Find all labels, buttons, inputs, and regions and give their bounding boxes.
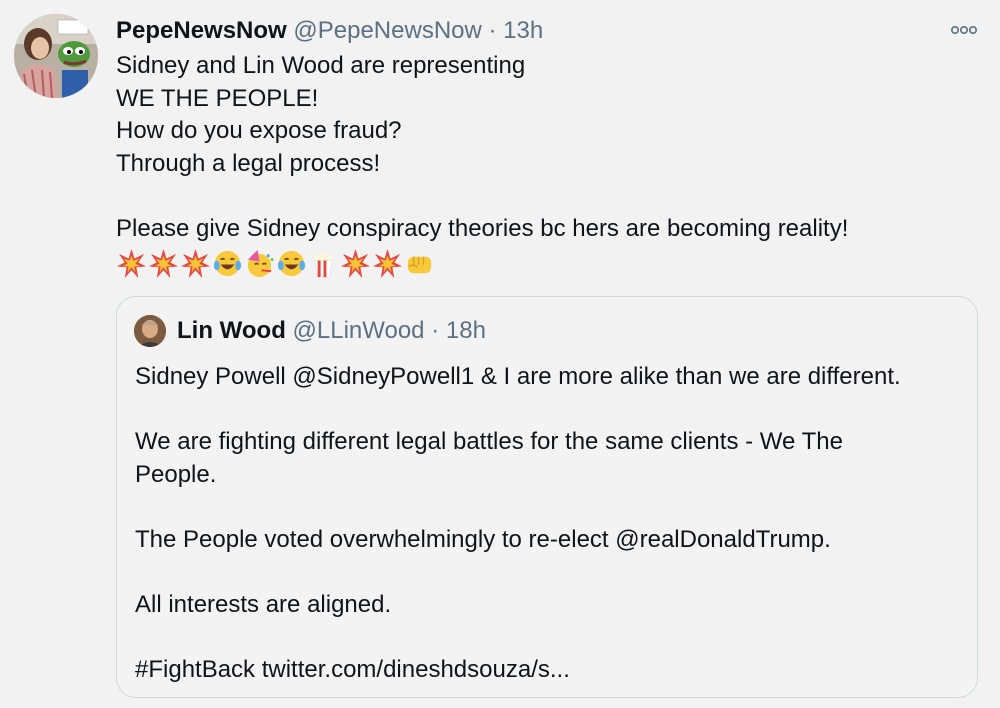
collision-icon [116,248,147,278]
tweet-line: WE THE PEOPLE! [116,84,319,112]
collision-icon [372,248,403,278]
quoted-avatar[interactable] [134,315,166,347]
display-name[interactable]: PepeNewsNow [116,17,287,44]
more-options-icon[interactable] [944,18,984,42]
quoted-display-name[interactable]: Lin Wood [177,317,286,344]
popcorn-icon [314,252,334,277]
collision-icon [340,248,371,278]
separator-dot: · [488,17,504,44]
collision-icon [148,248,179,278]
tears-of-joy-icon [213,250,242,276]
timestamp[interactable]: 13h [503,17,543,44]
tweet-line: How do you expose fraud? [116,117,402,144]
separator-dot: · [431,317,446,344]
oncoming-fist-icon [407,256,432,273]
quoted-text: Sidney Powell @SidneyPowell1 & I are mor… [135,361,935,686]
tweet[interactable]: PepeNewsNow @PepeNewsNow · 13h Sidney an… [0,0,1000,708]
party-face-icon [247,249,274,277]
avatar[interactable] [14,14,98,98]
tweet-text: Sidney and Lin Wood are representing WE … [116,50,956,245]
tears-of-joy-icon [277,250,306,276]
quoted-header: Lin Wood @LLinWood · 18h [177,315,486,347]
emoji-row [116,246,435,280]
quoted-timestamp[interactable]: 18h [446,317,486,344]
quoted-paragraph: We are fighting different legal battles … [135,428,843,455]
quoted-avatar-image [134,315,166,347]
tweet-line: Sidney and Lin Wood are representing [116,52,526,79]
quoted-paragraph: Sidney Powell @SidneyPowell1 & I are mor… [135,363,901,390]
quoted-handle[interactable]: @LLinWood [293,317,425,344]
collision-icon [180,248,211,278]
tweet-line: Please give Sidney conspiracy theories b… [116,214,849,242]
quoted-paragraph: People. [135,460,217,488]
avatar-image [14,14,98,98]
quoted-paragraph: All interests are aligned. [135,590,392,618]
tweet-line: Through a legal process! [116,149,381,177]
quoted-paragraph: #FightBack twitter.com/dineshdsouza/s... [135,655,570,683]
handle[interactable]: @PepeNewsNow [293,17,481,44]
tweet-header: PepeNewsNow @PepeNewsNow · 13h [116,15,543,47]
quoted-paragraph: The People voted overwhelmingly to re-el… [135,525,831,553]
quoted-tweet[interactable]: Lin Wood @LLinWood · 18h Sidney Powell @… [116,296,978,698]
